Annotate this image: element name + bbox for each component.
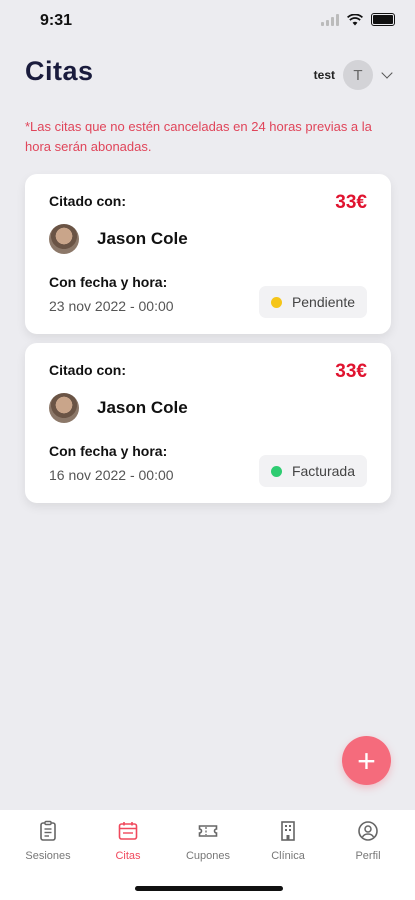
- wifi-icon: [347, 13, 363, 25]
- page-title: Citas: [25, 56, 94, 86]
- status-badge: Pendiente: [258, 286, 367, 318]
- signal-icon: [321, 13, 339, 26]
- tab-sesiones[interactable]: Sesiones: [13, 820, 83, 862]
- status-badge: Facturada: [258, 455, 367, 487]
- add-appointment-button[interactable]: +: [342, 736, 391, 785]
- cancellation-notice: *Las citas que no estén canceladas en 24…: [25, 119, 372, 154]
- status-dot-icon: [270, 465, 282, 477]
- appointment-card[interactable]: Citado con: 33€ Jason Cole Con fecha y h…: [25, 174, 391, 334]
- status-dot-icon: [270, 296, 282, 308]
- tab-cupones[interactable]: Cupones: [173, 820, 243, 862]
- tab-label: Perfil: [355, 850, 381, 862]
- tab-perfil[interactable]: Perfil: [333, 820, 403, 862]
- status-icons: [321, 13, 395, 26]
- appointment-datetime: 23 nov 2022 - 00:00: [49, 298, 174, 314]
- person-avatar: [49, 224, 79, 254]
- appointment-price: 33€: [335, 192, 367, 213]
- battery-icon: [371, 13, 395, 26]
- ticket-icon: [198, 825, 218, 837]
- avatar[interactable]: T: [343, 60, 373, 90]
- with-label: Citado con:: [49, 362, 126, 378]
- building-icon: [281, 821, 295, 841]
- tab-label: Clínica: [271, 850, 305, 862]
- user-circle-icon: [358, 821, 378, 841]
- datetime-label: Con fecha y hora:: [49, 443, 168, 459]
- tab-clinica[interactable]: Clínica: [253, 820, 323, 862]
- status-text: Facturada: [291, 463, 355, 479]
- person-name: Jason Cole: [97, 229, 188, 248]
- appointment-card[interactable]: Citado con: 33€ Jason Cole Con fecha y h…: [25, 343, 391, 503]
- chevron-down-icon[interactable]: [381, 67, 393, 79]
- username: test: [313, 68, 335, 82]
- with-label: Citado con:: [49, 193, 126, 209]
- tab-citas[interactable]: Citas: [93, 820, 163, 862]
- datetime-label: Con fecha y hora:: [49, 274, 168, 290]
- calendar-icon: [118, 822, 138, 840]
- user-menu[interactable]: test T: [313, 60, 393, 90]
- tab-label: Sesiones: [25, 850, 71, 862]
- appointment-datetime: 16 nov 2022 - 00:00: [49, 467, 174, 483]
- person-avatar: [49, 393, 79, 423]
- status-text: Pendiente: [291, 294, 355, 310]
- clipboard-icon: [40, 820, 56, 841]
- status-time: 9:31: [40, 12, 73, 29]
- person-name: Jason Cole: [97, 398, 188, 417]
- status-bar: 9:31: [0, 0, 415, 44]
- tab-label: Cupones: [185, 850, 231, 862]
- appointment-price: 33€: [335, 361, 367, 382]
- tab-label: Citas: [115, 850, 141, 862]
- home-indicator: [135, 886, 283, 891]
